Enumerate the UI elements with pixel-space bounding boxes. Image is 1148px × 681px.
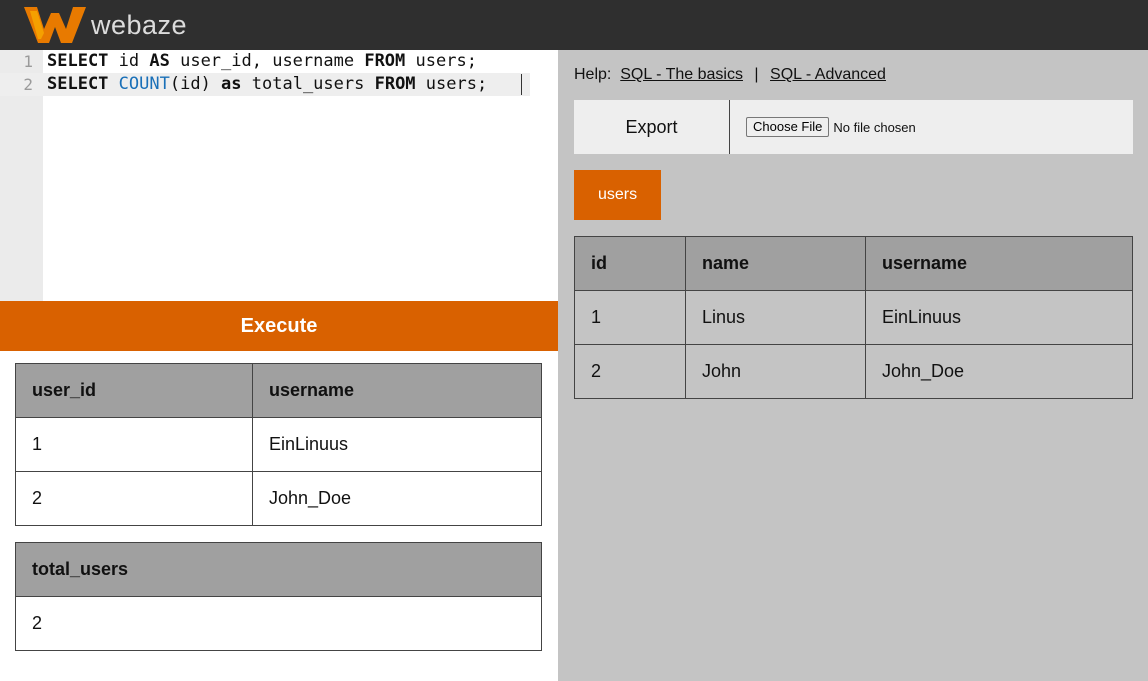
code-text: user_id, username (169, 51, 365, 71)
choose-file-button[interactable]: Choose File (746, 117, 830, 137)
code-text: id (108, 51, 150, 71)
table-cell: 2 (15, 471, 253, 526)
result-table-users: user_id username 1 EinLinuus 2 John_Doe (15, 363, 542, 526)
table-cell: 2 (574, 344, 686, 399)
table-cell: John_Doe (865, 344, 1133, 399)
keyword: SELECT (47, 51, 109, 71)
table-header-row: total_users (15, 542, 542, 597)
execute-button[interactable]: Execute (0, 301, 558, 351)
users-table: id name username 1 Linus EinLinuus 2 Joh… (574, 236, 1133, 399)
sql-advanced-link[interactable]: SQL - Advanced (770, 66, 886, 83)
right-panel: Help: SQL - The basics | SQL - Advanced … (558, 50, 1148, 681)
table-cell: 1 (574, 290, 686, 345)
toolbar: Export Choose File No file chosen (574, 100, 1133, 154)
table-cell: John (685, 344, 866, 399)
column-header: id (574, 236, 686, 291)
code-text: total_users (241, 74, 375, 94)
table-cell: John_Doe (252, 471, 542, 526)
table-header-row: user_id username (15, 363, 542, 418)
column-header: name (685, 236, 866, 291)
table-header-row: id name username (574, 236, 1133, 291)
line-number: 2 (23, 75, 33, 94)
w-logo-icon[interactable] (24, 7, 86, 43)
table-row: 1 EinLinuus (15, 417, 542, 472)
code-text: (id) (169, 74, 222, 94)
column-header: total_users (15, 542, 542, 597)
brand-name: webaze (91, 10, 188, 40)
top-bar: webaze (0, 0, 1148, 50)
left-panel: 1 2 SELECT id AS user_id, username FROM … (0, 50, 558, 681)
table-row: 2 (15, 596, 542, 651)
code-line-1[interactable]: SELECT id AS user_id, username FROM user… (47, 50, 477, 73)
table-cell: EinLinuus (865, 290, 1133, 345)
line-number: 1 (23, 52, 33, 71)
column-header: username (252, 363, 542, 418)
table-cell: Linus (685, 290, 866, 345)
help-label: Help: (574, 66, 612, 83)
keyword: FROM (364, 51, 406, 71)
function-name: COUNT (118, 74, 170, 94)
keyword: AS (149, 51, 170, 71)
text-cursor (521, 74, 522, 95)
code-text: users; (405, 51, 477, 71)
table-row: 1 Linus EinLinuus (574, 290, 1133, 345)
keyword: FROM (374, 74, 416, 94)
keyword: as (221, 74, 242, 94)
keyword: SELECT (47, 74, 109, 94)
sql-basics-link[interactable]: SQL - The basics (620, 66, 743, 83)
result-table-count: total_users 2 (15, 542, 542, 651)
table-cell: EinLinuus (252, 417, 542, 472)
code-text: users; (415, 74, 488, 94)
table-cell: 1 (15, 417, 253, 472)
column-header: username (865, 236, 1133, 291)
code-line-2[interactable]: SELECT COUNT(id) as total_users FROM use… (47, 73, 487, 96)
table-row: 2 John_Doe (15, 471, 542, 526)
column-header: user_id (15, 363, 253, 418)
export-button[interactable]: Export (574, 100, 730, 154)
help-links: Help: SQL - The basics | SQL - Advanced (574, 66, 886, 84)
table-tab-users[interactable]: users (574, 170, 661, 220)
table-row: 2 John John_Doe (574, 344, 1133, 399)
file-input: Choose File No file chosen (746, 117, 916, 137)
table-cell: 2 (15, 596, 542, 651)
sql-editor[interactable]: 1 2 SELECT id AS user_id, username FROM … (0, 50, 558, 301)
help-separator: | (754, 66, 759, 83)
file-status: No file chosen (833, 119, 916, 135)
